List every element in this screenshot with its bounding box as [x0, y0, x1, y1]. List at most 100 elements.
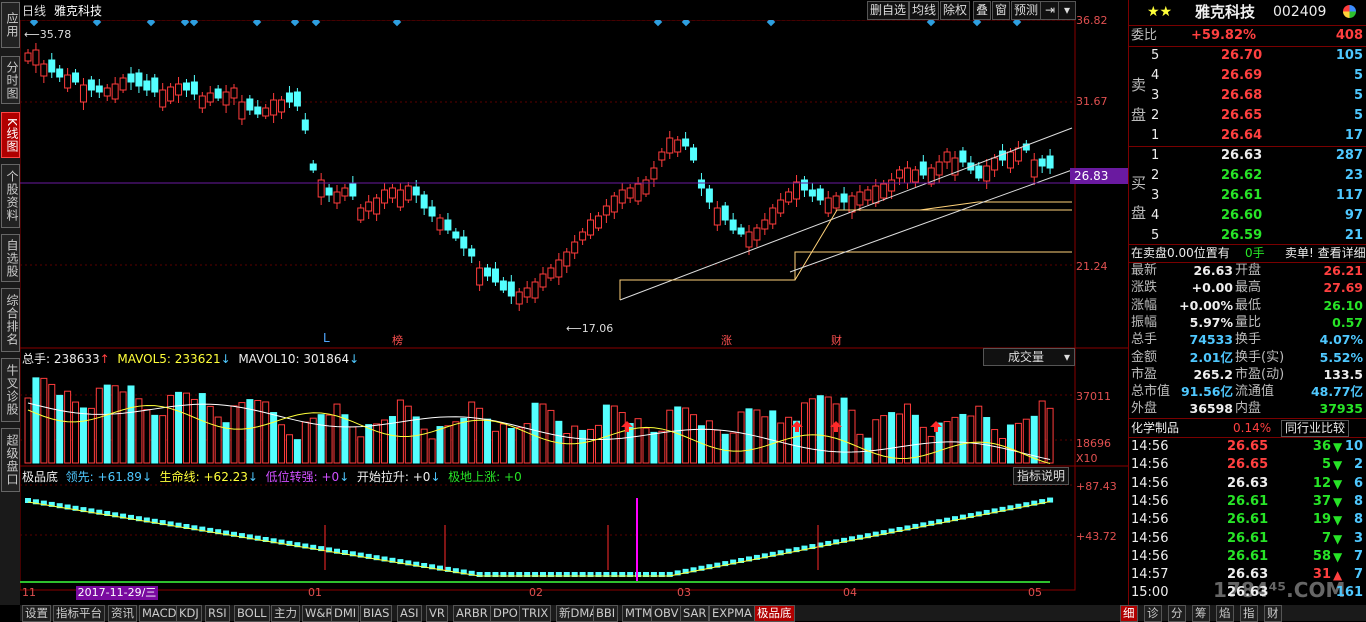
- volume-bar: [705, 420, 713, 464]
- panel-tab[interactable]: 细: [1120, 605, 1138, 622]
- ma-button[interactable]: 均线: [909, 1, 940, 20]
- candle-body: [539, 273, 547, 288]
- industry-compare-button[interactable]: 同行业比较: [1281, 420, 1350, 437]
- tab-stock-info[interactable]: 个股资料: [1, 164, 20, 228]
- indicator-tab[interactable]: RSI: [205, 605, 230, 622]
- panel-tab[interactable]: 诊: [1144, 605, 1162, 622]
- indicator-tab[interactable]: 资讯: [108, 605, 137, 622]
- tab-super-panel[interactable]: 超级盘口: [1, 428, 20, 492]
- tick-row: 14:56 26.61 58 ▼ 7: [1129, 548, 1366, 566]
- overlay-button[interactable]: 叠: [973, 1, 992, 20]
- window-button[interactable]: 窗: [992, 1, 1011, 20]
- volume-bar: [721, 433, 729, 464]
- panel-tab[interactable]: 分: [1168, 605, 1186, 622]
- candle-body: [919, 161, 927, 176]
- indicator-tab[interactable]: MACD: [139, 605, 180, 622]
- candle-body: [476, 267, 484, 286]
- indicator-tab[interactable]: 设置: [22, 605, 51, 622]
- candle-body: [72, 72, 80, 83]
- tick-price: 26.63: [1227, 585, 1269, 601]
- volume-bar: [579, 429, 587, 464]
- exit-icon[interactable]: ⇥: [1040, 1, 1060, 20]
- remove-watch-button[interactable]: 删自选: [867, 1, 910, 20]
- indicator-tab[interactable]: ASI: [397, 605, 422, 622]
- indicator-tab[interactable]: EXPMA: [709, 605, 755, 622]
- candle-body: [32, 49, 40, 66]
- indicator-tab[interactable]: BOLL: [234, 605, 270, 622]
- indicator-tab[interactable]: SAR: [680, 605, 710, 622]
- indicator-tab[interactable]: OBV: [651, 605, 682, 622]
- candle-body: [468, 248, 476, 257]
- indicator-tab[interactable]: TRIX: [519, 605, 552, 622]
- indicator-dropdown[interactable]: 成交量 ▾: [983, 348, 1075, 366]
- buy-level-row[interactable]: 3 26.61 117: [1129, 186, 1366, 206]
- sell-level-row[interactable]: 4 26.69 5: [1129, 66, 1366, 86]
- tab-apps[interactable]: 应用: [1, 2, 20, 48]
- volume-bar: [254, 399, 262, 464]
- level-price: 26.62: [1221, 168, 1263, 183]
- indicator-tab[interactable]: 指标平台: [53, 605, 105, 622]
- star-icon[interactable]: ★★: [1147, 0, 1172, 24]
- candle-body: [911, 169, 919, 183]
- panel-tab[interactable]: 财: [1264, 605, 1282, 622]
- indicator-tab[interactable]: BIAS: [360, 605, 393, 622]
- indicator-tab[interactable]: ARBR: [453, 605, 491, 622]
- tab-watchlist[interactable]: 自选股: [1, 234, 20, 282]
- indicator-tab[interactable]: KDJ: [176, 605, 202, 622]
- volume-bar: [436, 426, 444, 464]
- indicator-tab[interactable]: DPO: [490, 605, 521, 622]
- chevron-down-icon[interactable]: ▾: [1058, 1, 1076, 20]
- sell-level-row[interactable]: 5 26.70 105: [1129, 46, 1366, 66]
- candle-body: [325, 187, 333, 196]
- tab-timeshare[interactable]: 分时图: [1, 56, 20, 104]
- indicator-explain-button[interactable]: 指标说明: [1013, 467, 1070, 485]
- tick-count: 8: [1353, 493, 1363, 509]
- volume-header: 总手: 238633↑ MAVOL5: 233621↓ MAVOL10: 301…: [22, 352, 360, 366]
- volume-bar: [127, 385, 135, 464]
- panel-tab[interactable]: 焰: [1216, 605, 1234, 622]
- volume-bar: [428, 438, 436, 464]
- buy-level-row[interactable]: 4 26.60 97: [1129, 206, 1366, 226]
- volume-bar: [499, 423, 507, 464]
- stat-label: 振幅: [1131, 314, 1158, 330]
- buy-level-row[interactable]: 2 26.62 23: [1129, 166, 1366, 186]
- volume-bar: [919, 426, 927, 464]
- buy-level-row[interactable]: 5 26.59 21: [1129, 226, 1366, 246]
- volume-bar: [507, 428, 515, 464]
- indicator-tab[interactable]: DMI: [331, 605, 360, 622]
- candle-body: [119, 77, 127, 91]
- tab-kline[interactable]: K线图: [1, 112, 20, 158]
- candle-body: [444, 219, 452, 231]
- candle-body: [262, 107, 270, 117]
- tab-ranking[interactable]: 综合排名: [1, 288, 20, 352]
- tab-diagnose[interactable]: 牛叉诊股: [1, 358, 20, 422]
- volume-bar: [674, 406, 682, 464]
- volume-bar: [896, 413, 904, 464]
- indicator-tab[interactable]: MTM: [622, 605, 655, 622]
- pie-chart-icon[interactable]: [1343, 5, 1356, 18]
- level-index: 2: [1151, 108, 1160, 123]
- indicator-tab[interactable]: VR: [426, 605, 448, 622]
- forecast-button[interactable]: 预测: [1011, 1, 1042, 20]
- panel-tab[interactable]: 筹: [1192, 605, 1210, 622]
- sell-level-row[interactable]: 2 26.65 5: [1129, 106, 1366, 126]
- indicator-tab[interactable]: 极品底: [754, 605, 795, 622]
- tick-price: 26.61: [1227, 493, 1269, 509]
- sell-level-row[interactable]: 1 26.64 17: [1129, 126, 1366, 146]
- panel-tab[interactable]: 指: [1240, 605, 1258, 622]
- candle-body: [666, 137, 674, 154]
- level-volume: 5: [1353, 68, 1363, 83]
- indicator-tab[interactable]: BBI: [593, 605, 619, 622]
- indicator-tab[interactable]: 主力: [271, 605, 300, 622]
- volume-bar: [1014, 422, 1022, 464]
- volume-bar: [349, 426, 357, 464]
- detail-link[interactable]: 卖单! 查看详细: [1285, 244, 1366, 262]
- tick-row: 14:56 26.63 12 ▼ 6: [1129, 475, 1366, 493]
- buy-level-row[interactable]: 1 26.63 287: [1129, 146, 1366, 166]
- kline-chart-area[interactable]: 36.82 31.67 26.83 21.24 ⟵35.78 ⟵17.06 L …: [19, 14, 1132, 605]
- exright-button[interactable]: 除权: [940, 1, 971, 20]
- indicator-header: 极品底 领先: +61.89↓ 生命线: +62.23↓ 低位转强: +0↓ 开…: [22, 470, 522, 484]
- stat-value: 74533: [1189, 332, 1234, 348]
- quote-title: ★★ 雅克科技 002409: [1129, 0, 1366, 24]
- sell-level-row[interactable]: 3 26.68 5: [1129, 86, 1366, 106]
